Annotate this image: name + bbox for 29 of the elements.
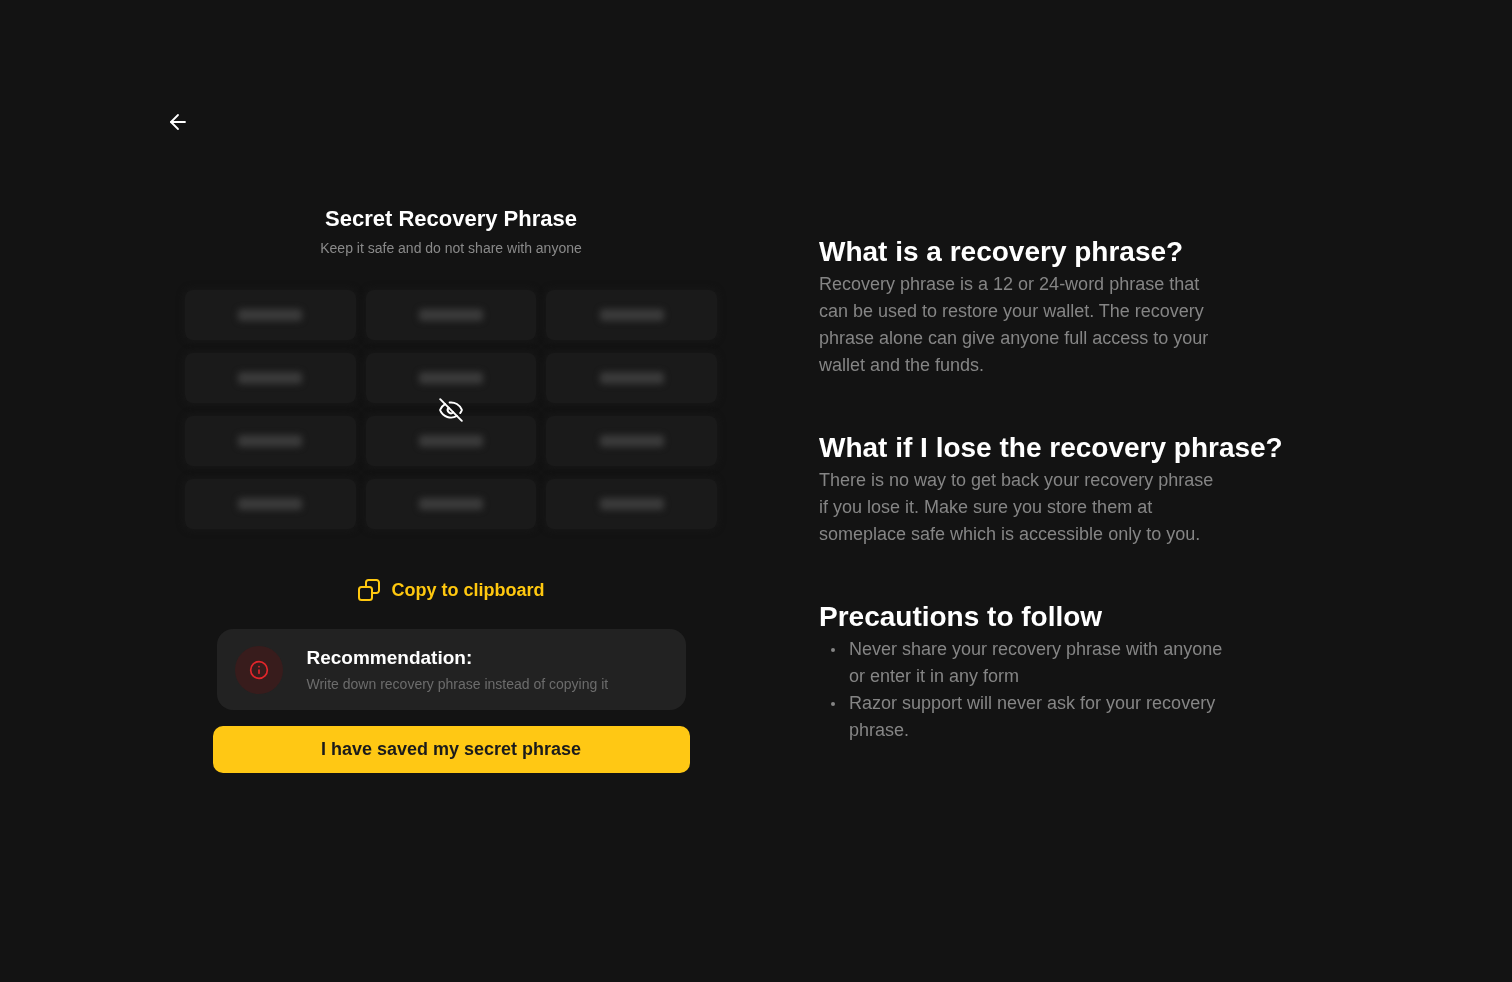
confirm-saved-button[interactable]: I have saved my secret phrase [212, 726, 690, 773]
faq-answer: Recovery phrase is a 12 or 24-word phrase that can be used to restore your wallet. The recovery phrase alone can give anyone full access to your wallet and the funds. [819, 273, 1210, 377]
bullet-icon [831, 648, 835, 652]
blurred-word [238, 498, 303, 510]
blurred-word [599, 498, 664, 510]
blurred-word [419, 498, 483, 510]
faq-answer: There is no way to get back your recovery phrase if you lose it. Make sure you store them at someplace safe which is accessible only to you. [819, 469, 1215, 546]
blurred-word [238, 309, 303, 321]
blurred-word [599, 372, 664, 384]
recommendation-title: Recommendation: [306, 645, 474, 670]
copy-to-clipboard-button[interactable]: Copy to clipboard [357, 577, 545, 603]
blurred-word [419, 372, 483, 384]
blurred-word [419, 435, 483, 447]
faq-heading: Precautions to follow [819, 600, 1104, 634]
page-title: Secret Recovery Phrase [325, 205, 577, 233]
precaution-text: Never share your recovery phrase with anyone or enter it in any form [849, 638, 1224, 688]
recommendation-text: Write down recovery phrase instead of copying it [306, 674, 609, 694]
page-subtitle: Keep it safe and do not share with anyone [320, 239, 582, 258]
blurred-word [599, 435, 664, 447]
faq-heading: What is a recovery phrase? [819, 235, 1185, 269]
bullet-icon [831, 702, 835, 706]
precaution-text: Razor support will never ask for your recovery phrase. [849, 692, 1217, 742]
blurred-word [419, 309, 483, 321]
eye-off-icon[interactable] [438, 396, 464, 423]
blurred-word [238, 372, 303, 384]
copy-icon [357, 579, 380, 601]
blurred-word [238, 435, 303, 447]
blurred-word [599, 309, 664, 321]
faq-heading: What if I lose the recovery phrase? [819, 431, 1284, 465]
